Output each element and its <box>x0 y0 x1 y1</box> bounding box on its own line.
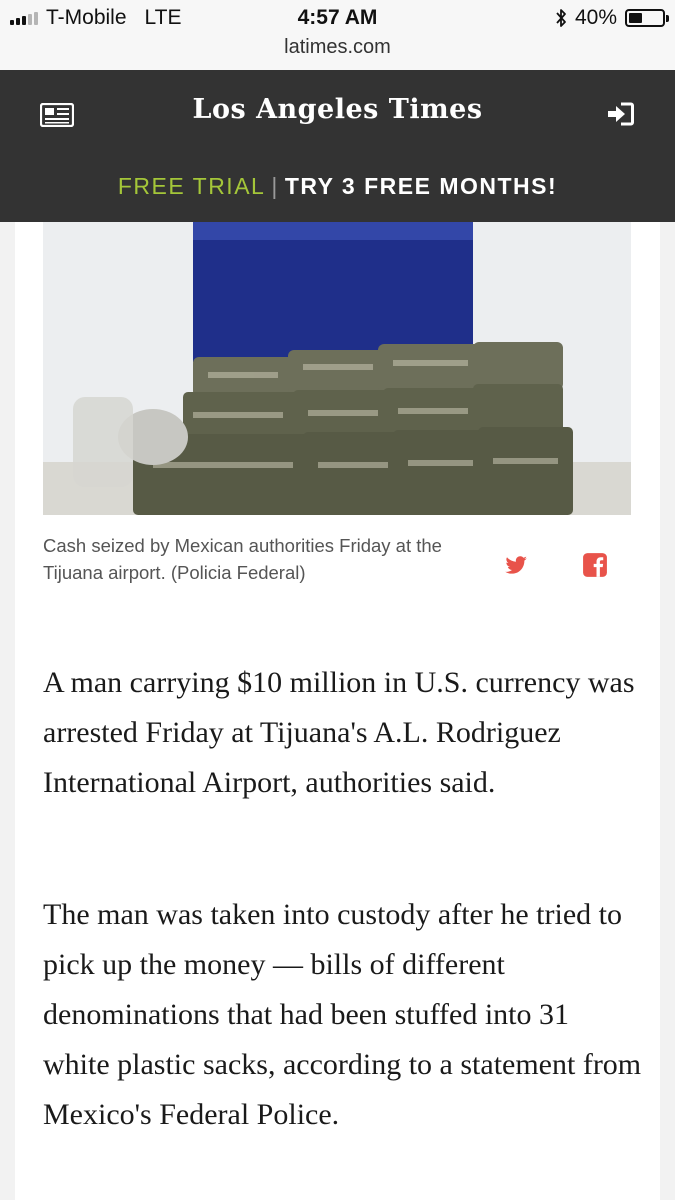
promo-separator: | <box>271 173 279 199</box>
promo-free-label: FREE TRIAL <box>117 173 266 199</box>
status-right: 40% <box>555 6 669 30</box>
bluetooth-icon <box>556 9 566 27</box>
address-bar-url[interactable]: latimes.com <box>0 36 675 59</box>
image-caption: Cash seized by Mexican authorities Frida… <box>43 535 442 583</box>
battery-percentage: 40% <box>574 6 617 29</box>
article-paragraph: The man was taken into custody after he … <box>43 898 642 1131</box>
site-header: Los Angeles Times FREE TRIAL | TRY 3 FREE … <box>0 70 675 222</box>
facebook-icon[interactable] <box>582 552 608 578</box>
login-icon[interactable] <box>606 102 634 126</box>
battery-level <box>629 13 642 23</box>
promo-cta-link[interactable]: TRY 3 FREE MONTHS! <box>285 173 557 199</box>
article-paragraph: A man carrying $10 million in U.S. curre… <box>43 666 635 799</box>
article-card: Cash seized by Mexican authorities Frida… <box>15 222 660 1200</box>
article-photo[interactable] <box>43 222 631 515</box>
site-logo[interactable]: Los Angeles Times <box>0 94 675 125</box>
twitter-icon[interactable] <box>503 552 529 578</box>
free-trial-banner[interactable]: FREE TRIAL | TRY 3 FREE MONTHS! <box>0 173 675 200</box>
status-bar: T-Mobile LTE 4:57 AM latimes.com 40% <box>0 0 675 70</box>
battery-icon <box>625 9 669 27</box>
